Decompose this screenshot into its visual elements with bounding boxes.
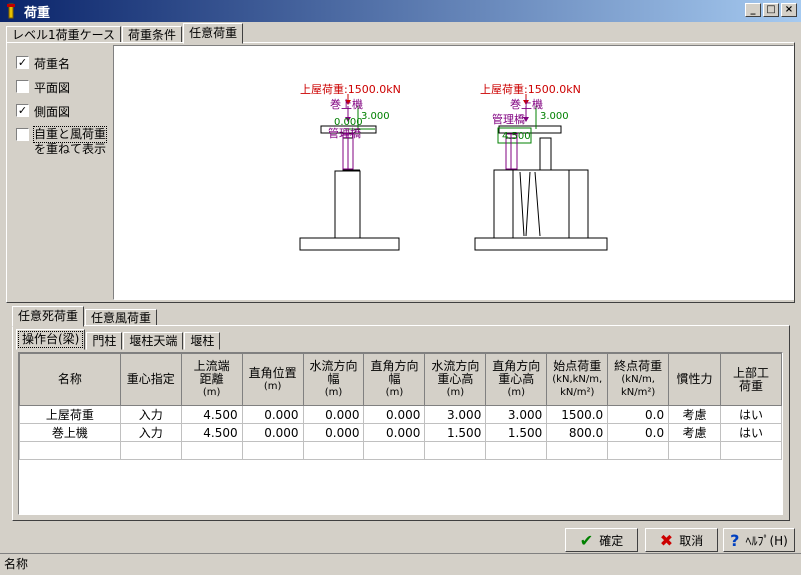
load-name-checkbox[interactable]: ✓	[16, 56, 29, 69]
header-perpendicular-position[interactable]: 直角位置 (m)	[241, 353, 304, 406]
right-hoist-label: 巻上機	[510, 97, 543, 111]
cell-empty[interactable]	[607, 441, 670, 460]
table-row[interactable]	[19, 441, 782, 460]
cell-empty[interactable]	[119, 441, 182, 460]
left-structure	[299, 125, 400, 251]
cell-superstructure-load[interactable]: はい	[720, 405, 782, 424]
tab-arbitrary-load[interactable]: 任意荷重	[183, 23, 244, 44]
overlay-option[interactable]: 自重と風荷重 を重ねて表示	[16, 126, 108, 157]
tab-pier-top[interactable]: 堰柱天端	[123, 332, 184, 350]
maximize-button[interactable]: □	[763, 3, 779, 17]
left-hoist-label: 巻上機	[330, 97, 363, 111]
cell-perpendicular-position[interactable]: 0.000	[241, 423, 304, 442]
cell-inertia[interactable]: 考慮	[668, 405, 722, 424]
header-name[interactable]: 名称	[19, 353, 121, 406]
header-flow-centroid-height[interactable]: 水流方向 重心高 (m)	[424, 353, 487, 406]
cell-flow-centroid-height[interactable]: 3.000	[424, 405, 487, 424]
cell-end-load[interactable]: 0.0	[607, 405, 670, 424]
close-button[interactable]: ×	[781, 3, 797, 17]
side-view-checkbox[interactable]: ✓	[16, 104, 29, 117]
right-roof-load-label: 上屋荷重:1500.0kN	[480, 82, 581, 96]
header-perp-centroid-height[interactable]: 直角方向 重心高 (m)	[485, 353, 548, 406]
title-bar: 荷重 _ □ ×	[0, 0, 801, 22]
cell-empty[interactable]	[19, 441, 121, 460]
status-bar: 名称	[0, 553, 801, 575]
cell-name[interactable]: 上屋荷重	[19, 405, 121, 424]
cell-perpendicular-position[interactable]: 0.000	[241, 405, 304, 424]
minimize-button[interactable]: _	[745, 3, 761, 17]
app-icon	[7, 3, 15, 19]
cell-flow-width[interactable]: 0.000	[302, 423, 365, 442]
cell-centroid-spec[interactable]: 入力	[119, 405, 182, 424]
cell-flow-centroid-height[interactable]: 1.500	[424, 423, 487, 442]
ok-button[interactable]: ✔ 確定	[565, 528, 638, 552]
header-start-load[interactable]: 始点荷重 (kN,kN/m, kN/m²)	[546, 353, 609, 406]
right-structure	[474, 125, 608, 251]
cell-empty[interactable]	[720, 441, 782, 460]
left-roof-load-label: 上屋荷重:1500.0kN	[300, 82, 401, 96]
checkmark-icon: ✔	[579, 530, 594, 550]
header-upstream-distance[interactable]: 上流端 距離 (m)	[180, 353, 243, 406]
tab-pier[interactable]: 堰柱	[184, 332, 221, 350]
cell-empty[interactable]	[668, 441, 722, 460]
side-view-drawing: 上屋荷重:1500.0kN 巻上機 3.000 0.000 管理橋 上屋荷重:1…	[299, 82, 608, 251]
cell-empty[interactable]	[424, 441, 487, 460]
cell-empty[interactable]	[180, 441, 243, 460]
load-table[interactable]: 名称 重心指定 上流端 距離 (m) 直角位置 (m) 水流方向幅 (m) 直角方向幅(…	[18, 352, 783, 515]
cell-start-load[interactable]: 800.0	[546, 423, 609, 442]
left-bridge-label: 管理橋	[328, 126, 361, 140]
cell-end-load[interactable]: 0.0	[607, 423, 670, 442]
tab-gate-pillar[interactable]: 門柱	[86, 332, 123, 350]
question-icon: ?	[730, 530, 740, 550]
cell-centroid-spec[interactable]: 入力	[119, 423, 182, 442]
tab-operation-deck[interactable]: 操作台(梁)	[16, 329, 86, 350]
cell-start-load[interactable]: 1500.0	[546, 405, 609, 424]
cell-empty[interactable]	[363, 441, 426, 460]
side-view-option[interactable]: ✓ 側面図	[16, 103, 70, 120]
table-row[interactable]: 巻上機 入力 4.500 0.000 0.000 0.000 1.500 1.5…	[19, 423, 782, 442]
left-offset-label: 3.000	[361, 111, 390, 122]
header-end-load[interactable]: 終点荷重 (kN/m, kN/m²)	[607, 353, 670, 406]
cancel-button[interactable]: ✖ 取消	[645, 528, 718, 552]
overlay-label-line1: 自重と風荷重	[32, 126, 108, 143]
overlay-checkbox[interactable]	[16, 128, 29, 141]
header-superstructure-load[interactable]: 上部工 荷重	[720, 353, 782, 406]
tab-arbitrary-dead-load[interactable]: 任意死荷重	[12, 306, 85, 327]
side-view-label: 側面図	[34, 105, 71, 119]
cell-perp-width[interactable]: 0.000	[363, 423, 426, 442]
plan-view-label: 平面図	[34, 81, 71, 95]
header-inertia[interactable]: 慣性力	[668, 353, 722, 406]
window-title: 荷重	[24, 5, 51, 21]
cell-empty[interactable]	[485, 441, 548, 460]
plan-view-checkbox[interactable]	[16, 80, 29, 93]
preview-canvas: 上屋荷重:1500.0kN 巻上機 3.000 0.000 管理橋 上屋荷重:1…	[113, 45, 794, 300]
table-header-row: 名称 重心指定 上流端 距離 (m) 直角位置 (m) 水流方向幅 (m) 直角方向幅(…	[19, 353, 782, 406]
help-button[interactable]: ? ﾍﾙﾌﾟ(H)	[723, 528, 795, 552]
cell-perp-centroid-height[interactable]: 1.500	[485, 423, 548, 442]
cell-upstream-distance[interactable]: 4.500	[180, 423, 243, 442]
overlay-label-line2: を重ねて表示	[34, 142, 107, 156]
cell-inertia[interactable]: 考慮	[668, 423, 722, 442]
table-row[interactable]: 上屋荷重 入力 4.500 0.000 0.000 0.000 3.000 3.…	[19, 405, 782, 424]
cell-empty[interactable]	[302, 441, 365, 460]
right-width-label: 4.500	[502, 131, 531, 142]
cell-upstream-distance[interactable]: 4.500	[180, 405, 243, 424]
cell-empty[interactable]	[241, 441, 304, 460]
cell-name[interactable]: 巻上機	[19, 423, 121, 442]
cell-flow-width[interactable]: 0.000	[302, 405, 365, 424]
cross-icon: ✖	[659, 530, 674, 550]
load-name-label: 荷重名	[34, 57, 71, 71]
status-text: 名称	[4, 557, 29, 571]
cell-empty[interactable]	[546, 441, 609, 460]
plan-view-option[interactable]: 平面図	[16, 79, 70, 96]
header-perp-width[interactable]: 直角方向幅 (m)	[363, 353, 426, 406]
right-bridge-label: 管理橋	[492, 112, 525, 126]
header-flow-width[interactable]: 水流方向幅 (m)	[302, 353, 365, 406]
cell-superstructure-load[interactable]: はい	[720, 423, 782, 442]
cell-perp-centroid-height[interactable]: 3.000	[485, 405, 548, 424]
cell-perp-width[interactable]: 0.000	[363, 405, 426, 424]
right-offset-label: 3.000	[540, 111, 569, 122]
header-centroid-spec[interactable]: 重心指定	[119, 353, 182, 406]
load-name-option[interactable]: ✓ 荷重名	[16, 55, 70, 72]
